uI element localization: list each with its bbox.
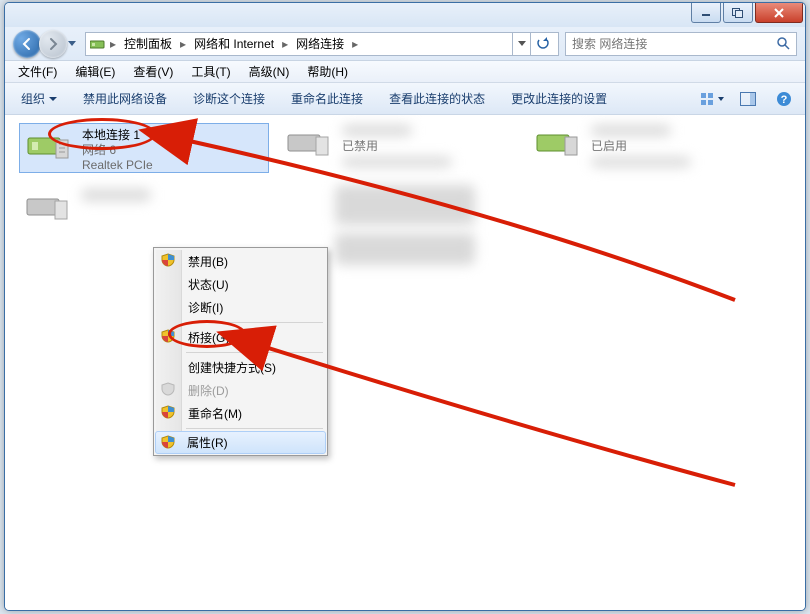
- connection-local-area-1[interactable]: 本地连接 1 网络 6 Realtek PCIe: [19, 123, 269, 173]
- network-adapter-icon: [90, 36, 106, 52]
- toolbar-organize-label: 组织: [21, 90, 45, 107]
- view-mode-button[interactable]: [697, 92, 727, 106]
- toolbar-change-settings[interactable]: 更改此连接的设置: [501, 88, 617, 109]
- ctx-label: 状态(U): [188, 276, 229, 293]
- breadcrumb-separator: ▸: [178, 37, 188, 51]
- connection-status: 已禁用: [342, 139, 452, 154]
- breadcrumb-separator: ▸: [280, 37, 290, 51]
- menu-file[interactable]: 文件(F): [11, 61, 64, 82]
- ctx-label: 删除(D): [188, 382, 229, 399]
- ctx-label: 属性(R): [187, 434, 228, 451]
- back-button[interactable]: [13, 30, 41, 58]
- ctx-bridge[interactable]: 桥接(G): [156, 326, 325, 349]
- connection-item[interactable]: 已启用: [529, 121, 779, 171]
- close-button[interactable]: [755, 3, 803, 23]
- help-button[interactable]: ?: [769, 91, 799, 107]
- breadcrumb-dropdown[interactable]: [512, 33, 530, 55]
- menu-bar: 文件(F) 编辑(E) 查看(V) 工具(T) 高级(N) 帮助(H): [5, 61, 805, 83]
- ctx-label: 桥接(G): [188, 329, 229, 346]
- toolbar-view-status[interactable]: 查看此连接的状态: [379, 88, 495, 109]
- shield-icon: [161, 405, 177, 421]
- preview-pane-button[interactable]: [733, 92, 763, 106]
- shield-icon: [161, 253, 177, 269]
- menu-help[interactable]: 帮助(H): [300, 61, 355, 82]
- ctx-label: 重命名(M): [188, 405, 242, 422]
- shield-icon: [161, 329, 177, 345]
- preview-pane-icon: [740, 92, 756, 106]
- minimize-button[interactable]: [691, 3, 721, 23]
- search-box[interactable]: [565, 32, 797, 56]
- nav-buttons: [13, 30, 79, 58]
- svg-text:?: ?: [781, 94, 788, 106]
- ctx-label: 创建快捷方式(S): [188, 359, 276, 376]
- toolbar-disable-device[interactable]: 禁用此网络设备: [73, 88, 177, 109]
- ctx-diagnose[interactable]: 诊断(I): [156, 296, 325, 319]
- menu-advanced[interactable]: 高级(N): [242, 61, 297, 82]
- help-icon: ?: [776, 91, 792, 107]
- connection-adapter: Realtek PCIe: [82, 158, 153, 173]
- nav-history-dropdown[interactable]: [65, 33, 79, 55]
- chevron-down-icon: [718, 97, 724, 101]
- ethernet-adapter-icon: [286, 125, 334, 165]
- ctx-create-shortcut[interactable]: 创建快捷方式(S): [156, 356, 325, 379]
- ctx-status[interactable]: 状态(U): [156, 273, 325, 296]
- toolbar-diagnose[interactable]: 诊断这个连接: [183, 88, 275, 109]
- arrow-right-icon: [46, 37, 60, 51]
- shield-icon: [161, 382, 177, 398]
- connection-item[interactable]: [19, 185, 269, 235]
- menu-view[interactable]: 查看(V): [126, 61, 180, 82]
- breadcrumb-control-panel[interactable]: 控制面板: [120, 33, 176, 55]
- ctx-label: 诊断(I): [188, 299, 223, 316]
- search-icon: [776, 36, 792, 52]
- shield-icon: [161, 435, 177, 451]
- maximize-icon: [732, 8, 744, 18]
- content-area[interactable]: 本地连接 1 网络 6 Realtek PCIe 已禁用: [5, 115, 805, 610]
- maximize-button[interactable]: [723, 3, 753, 23]
- ctx-delete: 删除(D): [156, 379, 325, 402]
- breadcrumb-separator: ▸: [108, 37, 118, 51]
- ethernet-adapter-icon: [535, 125, 583, 165]
- minimize-icon: [701, 8, 711, 18]
- toolbar-rename[interactable]: 重命名此连接: [281, 88, 373, 109]
- address-row: ▸ 控制面板 ▸ 网络和 Internet ▸ 网络连接 ▸: [5, 27, 805, 61]
- toolbar: 组织 禁用此网络设备 诊断这个连接 重命名此连接 查看此连接的状态 更改此连接的…: [5, 83, 805, 115]
- menu-tools[interactable]: 工具(T): [184, 61, 237, 82]
- window-network-connections: ▸ 控制面板 ▸ 网络和 Internet ▸ 网络连接 ▸: [4, 2, 806, 611]
- context-menu: 禁用(B) 状态(U) 诊断(I) 桥接(G) 创建快捷方式(S): [153, 247, 328, 456]
- titlebar: [5, 3, 805, 27]
- refresh-button[interactable]: [530, 33, 554, 55]
- search-input[interactable]: [570, 36, 776, 52]
- breadcrumb[interactable]: ▸ 控制面板 ▸ 网络和 Internet ▸ 网络连接 ▸: [85, 32, 559, 56]
- breadcrumb-separator: ▸: [350, 37, 360, 51]
- separator: [186, 428, 323, 429]
- menu-edit[interactable]: 编辑(E): [68, 61, 122, 82]
- chevron-down-icon: [49, 97, 57, 105]
- view-tiles-icon: [700, 92, 716, 106]
- refresh-icon: [536, 37, 550, 51]
- connection-status: 已启用: [591, 139, 691, 154]
- ctx-disable[interactable]: 禁用(B): [156, 250, 325, 273]
- connection-network: 网络 6: [82, 143, 153, 158]
- ctx-properties[interactable]: 属性(R): [155, 431, 326, 454]
- connection-item[interactable]: 已禁用: [280, 121, 530, 171]
- chevron-down-icon: [68, 41, 76, 47]
- chevron-down-icon: [518, 41, 526, 47]
- ethernet-adapter-icon: [25, 189, 73, 229]
- close-icon: [773, 8, 785, 18]
- ctx-label: 禁用(B): [188, 253, 228, 270]
- arrow-left-icon: [20, 37, 34, 51]
- breadcrumb-network-internet[interactable]: 网络和 Internet: [190, 33, 278, 55]
- breadcrumb-network-connections[interactable]: 网络连接: [292, 33, 348, 55]
- forward-button[interactable]: [39, 30, 67, 58]
- ctx-rename[interactable]: 重命名(M): [156, 402, 325, 425]
- separator: [186, 352, 323, 353]
- toolbar-organize[interactable]: 组织: [11, 88, 67, 109]
- ethernet-adapter-icon: [26, 128, 74, 168]
- separator: [186, 322, 323, 323]
- connection-title: 本地连接 1: [82, 128, 153, 143]
